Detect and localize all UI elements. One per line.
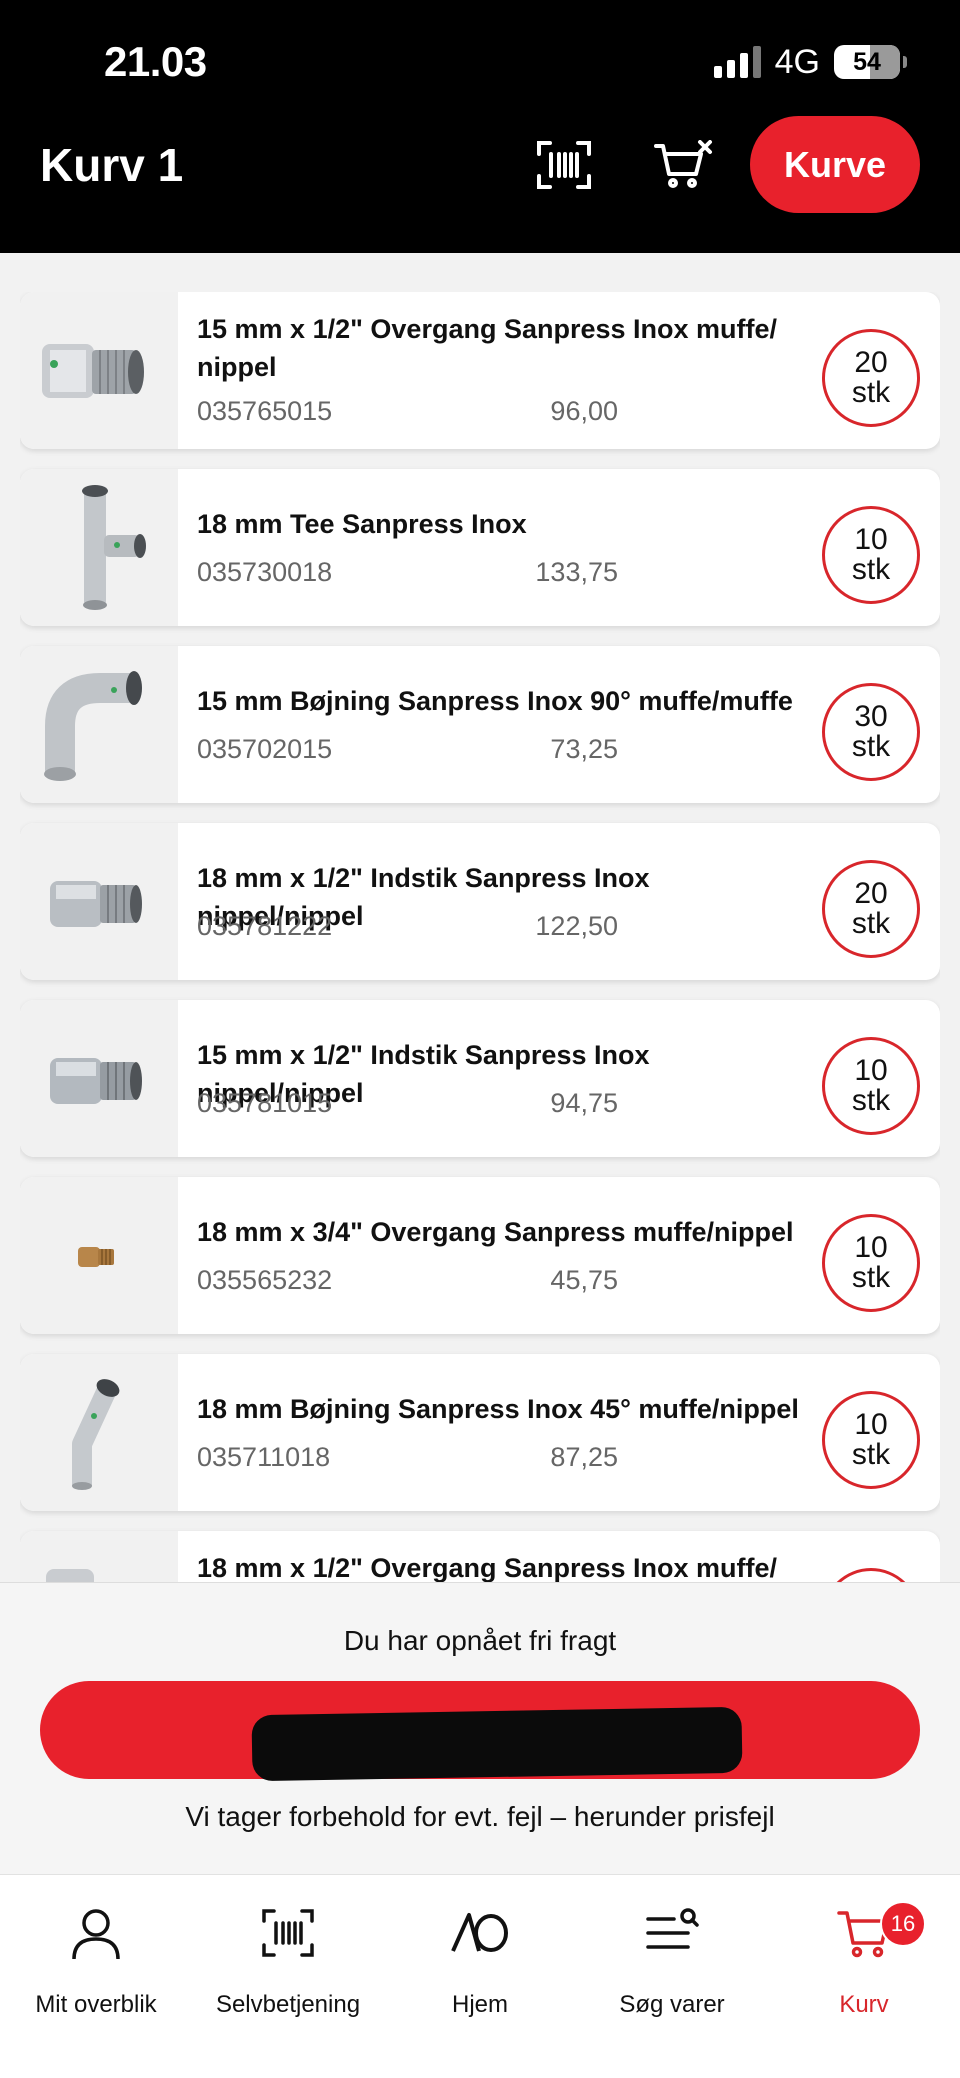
barcode-icon[interactable]	[536, 140, 592, 190]
quantity-unit: stk	[851, 376, 891, 409]
quantity-unit: stk	[851, 730, 891, 763]
quantity-badge[interactable]: 20 stk	[822, 860, 920, 958]
checkout-panel: Du har opnået fri fragt Vi tager forbeho…	[0, 1582, 960, 1874]
product-image	[20, 469, 178, 626]
product-number: 035765015	[197, 396, 333, 426]
product-image	[20, 823, 178, 980]
product-number: 035711018	[197, 1442, 331, 1472]
product-price: 133,75	[535, 557, 618, 587]
nav-label: Søg varer	[619, 1991, 725, 2018]
user-icon	[72, 1909, 120, 1960]
cart-item[interactable]: 18 mm x 3/4" Overgang Sanpress muffe/nip…	[20, 1177, 940, 1334]
nav-item-cart[interactable]: 16 Kurv	[768, 1895, 960, 2018]
quantity-badge[interactable]: 10 stk	[822, 506, 920, 604]
product-name: 18 mm Tee Sanpress Inox	[197, 509, 527, 539]
product-image	[20, 646, 178, 803]
status-time: 21.03	[104, 38, 207, 85]
cart-clear-icon[interactable]	[654, 140, 714, 190]
app-header: 21.03 4G 54 Kurv 1 Kurve	[0, 0, 960, 253]
cart-item[interactable]: 15 mm Bøjning Sanpress Inox 90° muffe/mu…	[20, 646, 940, 803]
status-indicators: 4G 54	[713, 42, 907, 82]
cart-item-list[interactable]: 15 mm x 1/2" Overgang Sanpress Inox muff…	[20, 292, 940, 1582]
quantity-badge[interactable]: 20 stk	[822, 329, 920, 427]
cart-item[interactable]: 18 mm Bøjning Sanpress Inox 45° muffe/ni…	[20, 1354, 940, 1511]
quantity-value: 20	[854, 877, 888, 910]
quantity-unit: stk	[851, 1084, 891, 1117]
product-price: 45,75	[550, 1265, 618, 1295]
quantity-unit: stk	[851, 907, 891, 940]
search-list-icon	[646, 1908, 699, 1949]
product-image	[20, 1000, 178, 1157]
bottom-navigation: Mit overblik Selvbetjening Hjem Søg vare…	[0, 1874, 960, 2078]
checkout-button[interactable]	[40, 1681, 920, 1782]
quantity-value: 30	[854, 700, 888, 733]
nav-item-search[interactable]: Søg varer	[576, 1895, 768, 2018]
product-number: 035730018	[197, 557, 333, 587]
quantity-badge[interactable]	[822, 1568, 920, 1582]
nav-item-selfservice[interactable]: Selvbetjening	[192, 1895, 384, 2018]
product-price: 87,25	[550, 1442, 618, 1472]
battery-icon: 54	[834, 45, 907, 79]
quantity-unit: stk	[851, 1438, 891, 1471]
quantity-value: 10	[854, 1408, 888, 1441]
quantity-badge[interactable]: 10 stk	[822, 1214, 920, 1312]
product-image	[20, 1177, 178, 1334]
battery-level: 54	[853, 47, 881, 76]
product-number: 035565232	[197, 1265, 333, 1295]
ao-logo-icon	[451, 1913, 508, 1952]
cart-item[interactable]: 18 mm Tee Sanpress Inox 035730018 133,75…	[20, 469, 940, 626]
product-name: 18 mm x 1/2" Overgang Sanpress Inox muff…	[197, 1553, 778, 1582]
product-price: 94,75	[550, 1088, 618, 1118]
free-freight-notice: Du har opnået fri fragt	[343, 1625, 617, 1656]
cart-item[interactable]: 15 mm x 1/2" Indstik Sanpress Inox nippe…	[20, 1000, 940, 1157]
cart-count-badge: 16	[880, 1901, 926, 1947]
nav-item-home[interactable]: Hjem	[384, 1895, 576, 2018]
price-disclaimer: Vi tager forbehold for evt. fejl – herun…	[185, 1801, 775, 1832]
barcode-icon	[262, 1909, 314, 1957]
nav-label: Kurv	[839, 1991, 889, 2018]
nav-item-overview[interactable]: Mit overblik	[0, 1895, 192, 2018]
network-type: 4G	[774, 42, 820, 81]
quantity-unit: stk	[851, 553, 891, 586]
quantity-badge[interactable]: 30 stk	[822, 683, 920, 781]
kurve-button[interactable]: Kurve	[750, 116, 920, 213]
product-number: 035781222	[197, 911, 333, 941]
nav-label: Selvbetjening	[215, 1991, 361, 2018]
quantity-badge[interactable]: 10 stk	[822, 1391, 920, 1489]
quantity-value: 10	[854, 1231, 888, 1264]
product-image	[20, 1354, 178, 1511]
product-price: 96,00	[550, 396, 618, 426]
cart-item[interactable]: 15 mm x 1/2" Overgang Sanpress Inox muff…	[20, 292, 940, 449]
cart-item[interactable]: 18 mm x 1/2" Overgang Sanpress Inox muff…	[20, 1531, 940, 1582]
product-price: 73,25	[550, 734, 618, 764]
redacted-label	[251, 1706, 743, 1782]
nav-label: Hjem	[451, 1991, 508, 2018]
quantity-value: 20	[854, 346, 888, 379]
product-name: 18 mm Bøjning Sanpress Inox 45° muffe/ni…	[197, 1394, 799, 1424]
product-name: 15 mm x 1/2" Overgang Sanpress Inox muff…	[197, 314, 778, 382]
nav-label: Mit overblik	[35, 1991, 157, 2018]
quantity-value: 10	[854, 1054, 888, 1087]
product-number: 035781015	[197, 1088, 333, 1118]
quantity-badge[interactable]: 10 stk	[822, 1037, 920, 1135]
product-name: 15 mm Bøjning Sanpress Inox 90° muffe/mu…	[197, 686, 793, 716]
quantity-unit: stk	[851, 1261, 891, 1294]
quantity-value: 10	[854, 523, 888, 556]
product-price: 122,50	[535, 911, 618, 941]
signal-icon	[713, 46, 761, 78]
page-title: Kurv 1	[40, 139, 184, 191]
product-image	[20, 1531, 178, 1582]
cart-item[interactable]: 18 mm x 1/2" Indstik Sanpress Inox nippe…	[20, 823, 940, 980]
product-name: 18 mm x 3/4" Overgang Sanpress muffe/nip…	[197, 1217, 794, 1247]
product-number: 035702015	[197, 734, 333, 764]
product-image	[20, 292, 178, 449]
